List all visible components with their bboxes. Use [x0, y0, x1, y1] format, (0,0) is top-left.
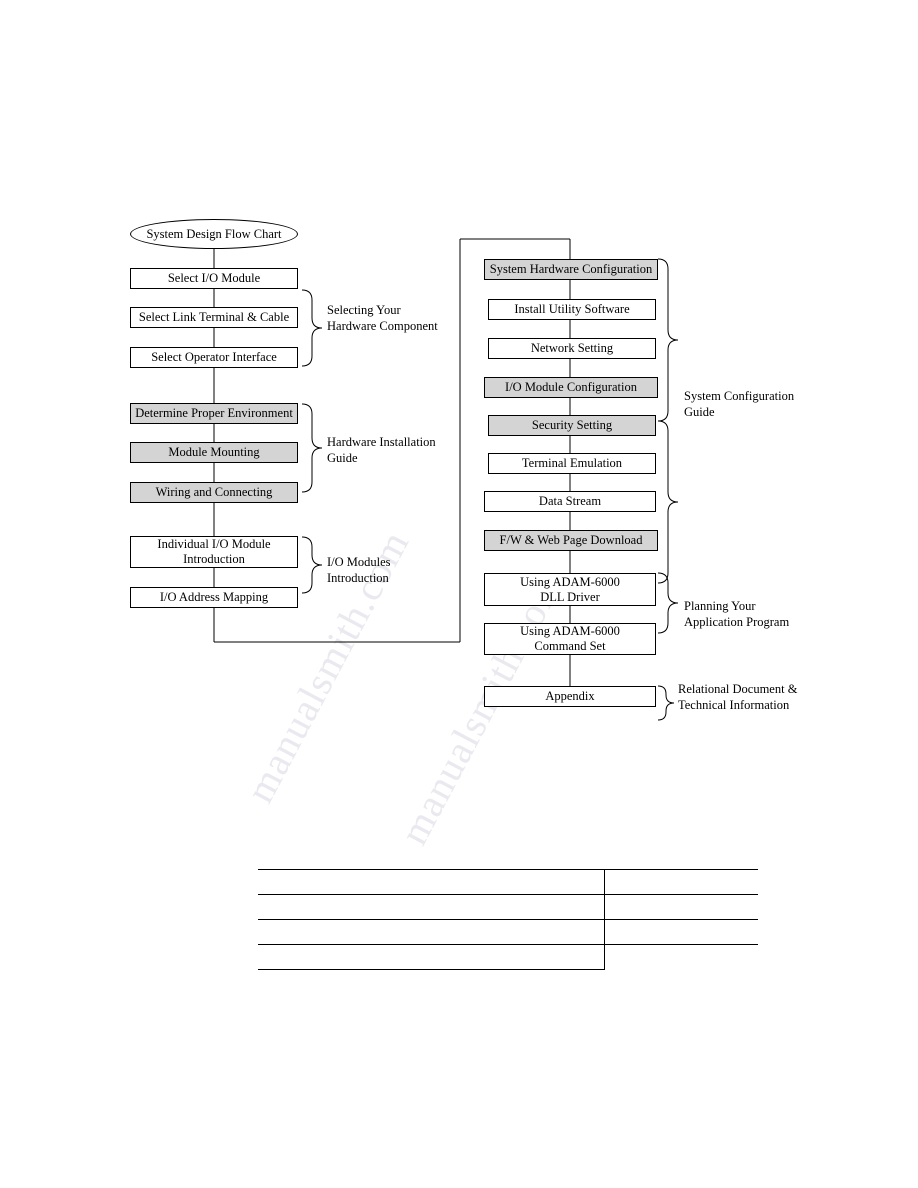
flow-node-network-setting: Network Setting — [488, 338, 656, 359]
flow-node-select-operator-interface: Select Operator Interface — [130, 347, 298, 368]
flow-title-node: System Design Flow Chart — [130, 219, 298, 249]
group-label-hardware-installation-guide: Hardware Installation Guide — [327, 435, 436, 465]
table-cell-left — [258, 869, 606, 895]
flow-node-data-stream: Data Stream — [484, 491, 656, 512]
group-label-selecting-hardware-component: Selecting Your Hardware Component — [327, 303, 438, 333]
flow-node-system-hardware-configuration: System Hardware Configuration — [484, 259, 658, 280]
group-label-planning-application-program: Planning Your Application Program — [684, 599, 790, 629]
flow-node-using-adam6000-command-set: Using ADAM-6000 Command Set — [484, 623, 656, 655]
flow-node-module-mounting: Module Mounting — [130, 442, 298, 463]
bottom-table — [258, 869, 758, 970]
flow-node-io-module-configuration: I/O Module Configuration — [484, 377, 658, 398]
table-cell-right — [604, 894, 758, 920]
flow-node-io-address-mapping: I/O Address Mapping — [130, 587, 298, 608]
flow-node-install-utility-software: Install Utility Software — [488, 299, 656, 320]
table-row — [258, 919, 758, 945]
table-cell-right — [604, 919, 758, 945]
table-cell-right — [604, 869, 758, 895]
table-row — [258, 894, 758, 920]
table-cell-left — [258, 944, 606, 970]
group-label-io-modules-introduction: I/O Modules Introduction — [327, 555, 391, 585]
flow-node-appendix: Appendix — [484, 686, 656, 707]
table-row — [258, 869, 758, 895]
flow-node-terminal-emulation: Terminal Emulation — [488, 453, 656, 474]
table-cell-left — [258, 894, 606, 920]
system-design-flow-chart: System Design Flow Chart Select I/O Modu… — [0, 0, 918, 1188]
flow-node-determine-proper-environment: Determine Proper Environment — [130, 403, 298, 424]
flow-node-using-adam6000-dll-driver: Using ADAM-6000 DLL Driver — [484, 573, 656, 606]
table-cell-right — [604, 944, 758, 970]
flow-node-fw-web-page-download: F/W & Web Page Download — [484, 530, 658, 551]
flow-node-select-io-module: Select I/O Module — [130, 268, 298, 289]
flow-node-wiring-and-connecting: Wiring and Connecting — [130, 482, 298, 503]
flow-node-select-link-terminal-cable: Select Link Terminal & Cable — [130, 307, 298, 328]
group-label-system-configuration-guide: System Configuration Guide — [684, 389, 795, 419]
group-label-relational-document-technical-information: Relational Document & Technical Informat… — [678, 682, 798, 712]
flow-node-individual-io-module-introduction: Individual I/O Module Introduction — [130, 536, 298, 568]
table-cell-left — [258, 919, 606, 945]
table-row — [258, 944, 758, 970]
page: manualsmith.com manualsmith.com System D… — [0, 0, 918, 1188]
flow-node-security-setting: Security Setting — [488, 415, 656, 436]
